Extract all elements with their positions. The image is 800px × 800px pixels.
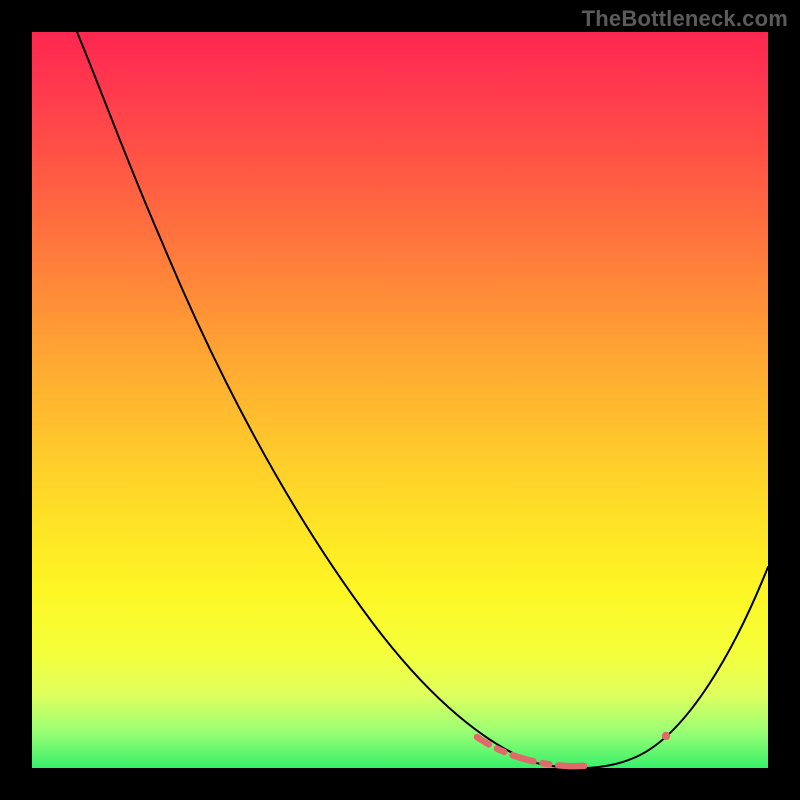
- optimal-zone-marker-dot: [662, 732, 670, 740]
- curve-line: [77, 32, 768, 768]
- bottleneck-curve: [32, 32, 768, 768]
- chart-container: TheBottleneck.com: [0, 0, 800, 800]
- optimal-zone-markers-left: [477, 737, 644, 766]
- plot-area: [32, 32, 768, 768]
- watermark-text: TheBottleneck.com: [582, 6, 788, 32]
